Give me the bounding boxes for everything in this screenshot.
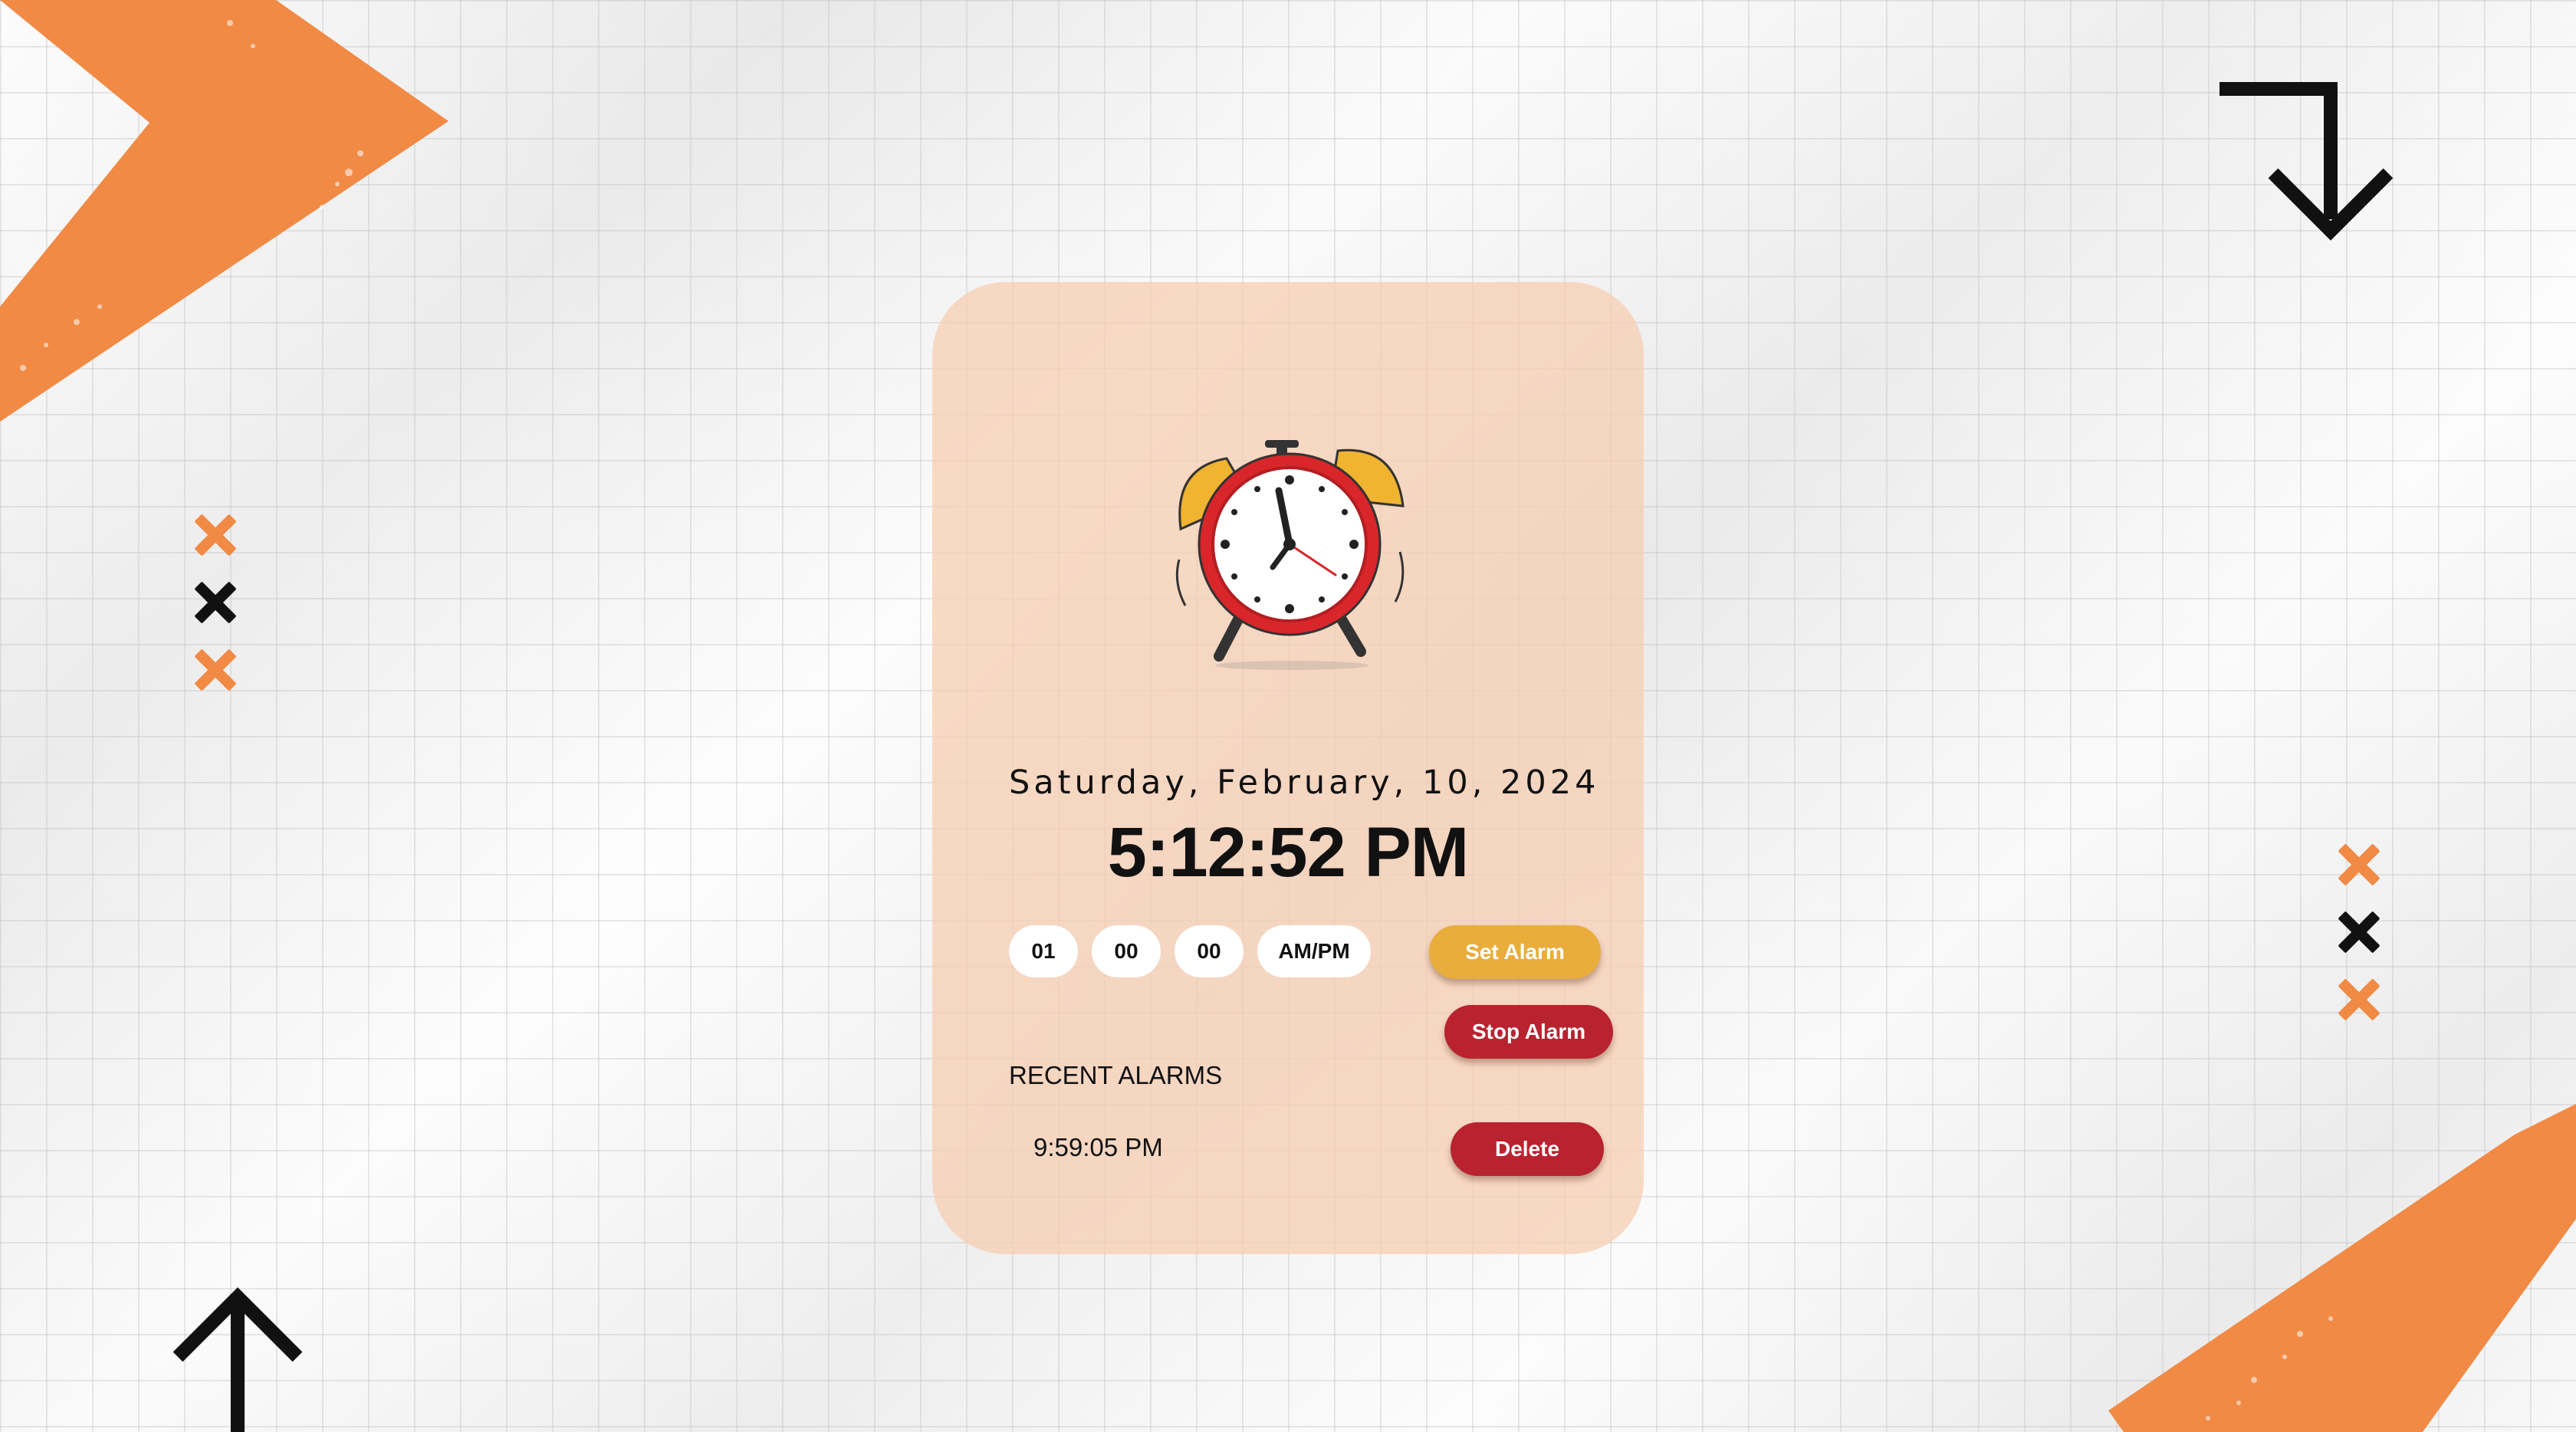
turn-down-arrow-icon <box>2220 82 2394 241</box>
ampm-select[interactable]: AM/PM <box>1257 925 1371 977</box>
alarm-clock-icon <box>1175 440 1405 670</box>
orange-chevron-decoration <box>0 0 449 422</box>
current-date: Saturday, February, 10, 2024 <box>1009 764 1600 802</box>
current-time: 5:12:52 PM <box>1107 813 1470 892</box>
x-mark-icon <box>2338 978 2380 1021</box>
x-mark-icon <box>2338 911 2380 954</box>
second-select[interactable]: 00 <box>1175 925 1244 977</box>
x-mark-icon <box>194 581 237 624</box>
orange-stripe-decoration <box>2108 1104 2576 1432</box>
delete-alarm-button[interactable]: Delete <box>1451 1122 1604 1176</box>
x-mark-icon <box>194 649 237 691</box>
hour-select[interactable]: 01 <box>1009 925 1078 977</box>
minute-select[interactable]: 00 <box>1092 925 1161 977</box>
x-mark-icon <box>194 514 237 557</box>
x-mark-icon <box>2338 843 2380 886</box>
up-arrow-icon <box>172 1287 303 1432</box>
stop-alarm-button[interactable]: Stop Alarm <box>1444 1005 1613 1059</box>
page-background: Saturday, February, 10, 2024 5:12:52 PM … <box>0 0 2576 1432</box>
recent-alarms-heading: RECENT ALARMS <box>1009 1061 1223 1089</box>
set-alarm-button[interactable]: Set Alarm <box>1429 925 1601 979</box>
recent-alarm-time: 9:59:05 PM <box>1033 1133 1163 1161</box>
